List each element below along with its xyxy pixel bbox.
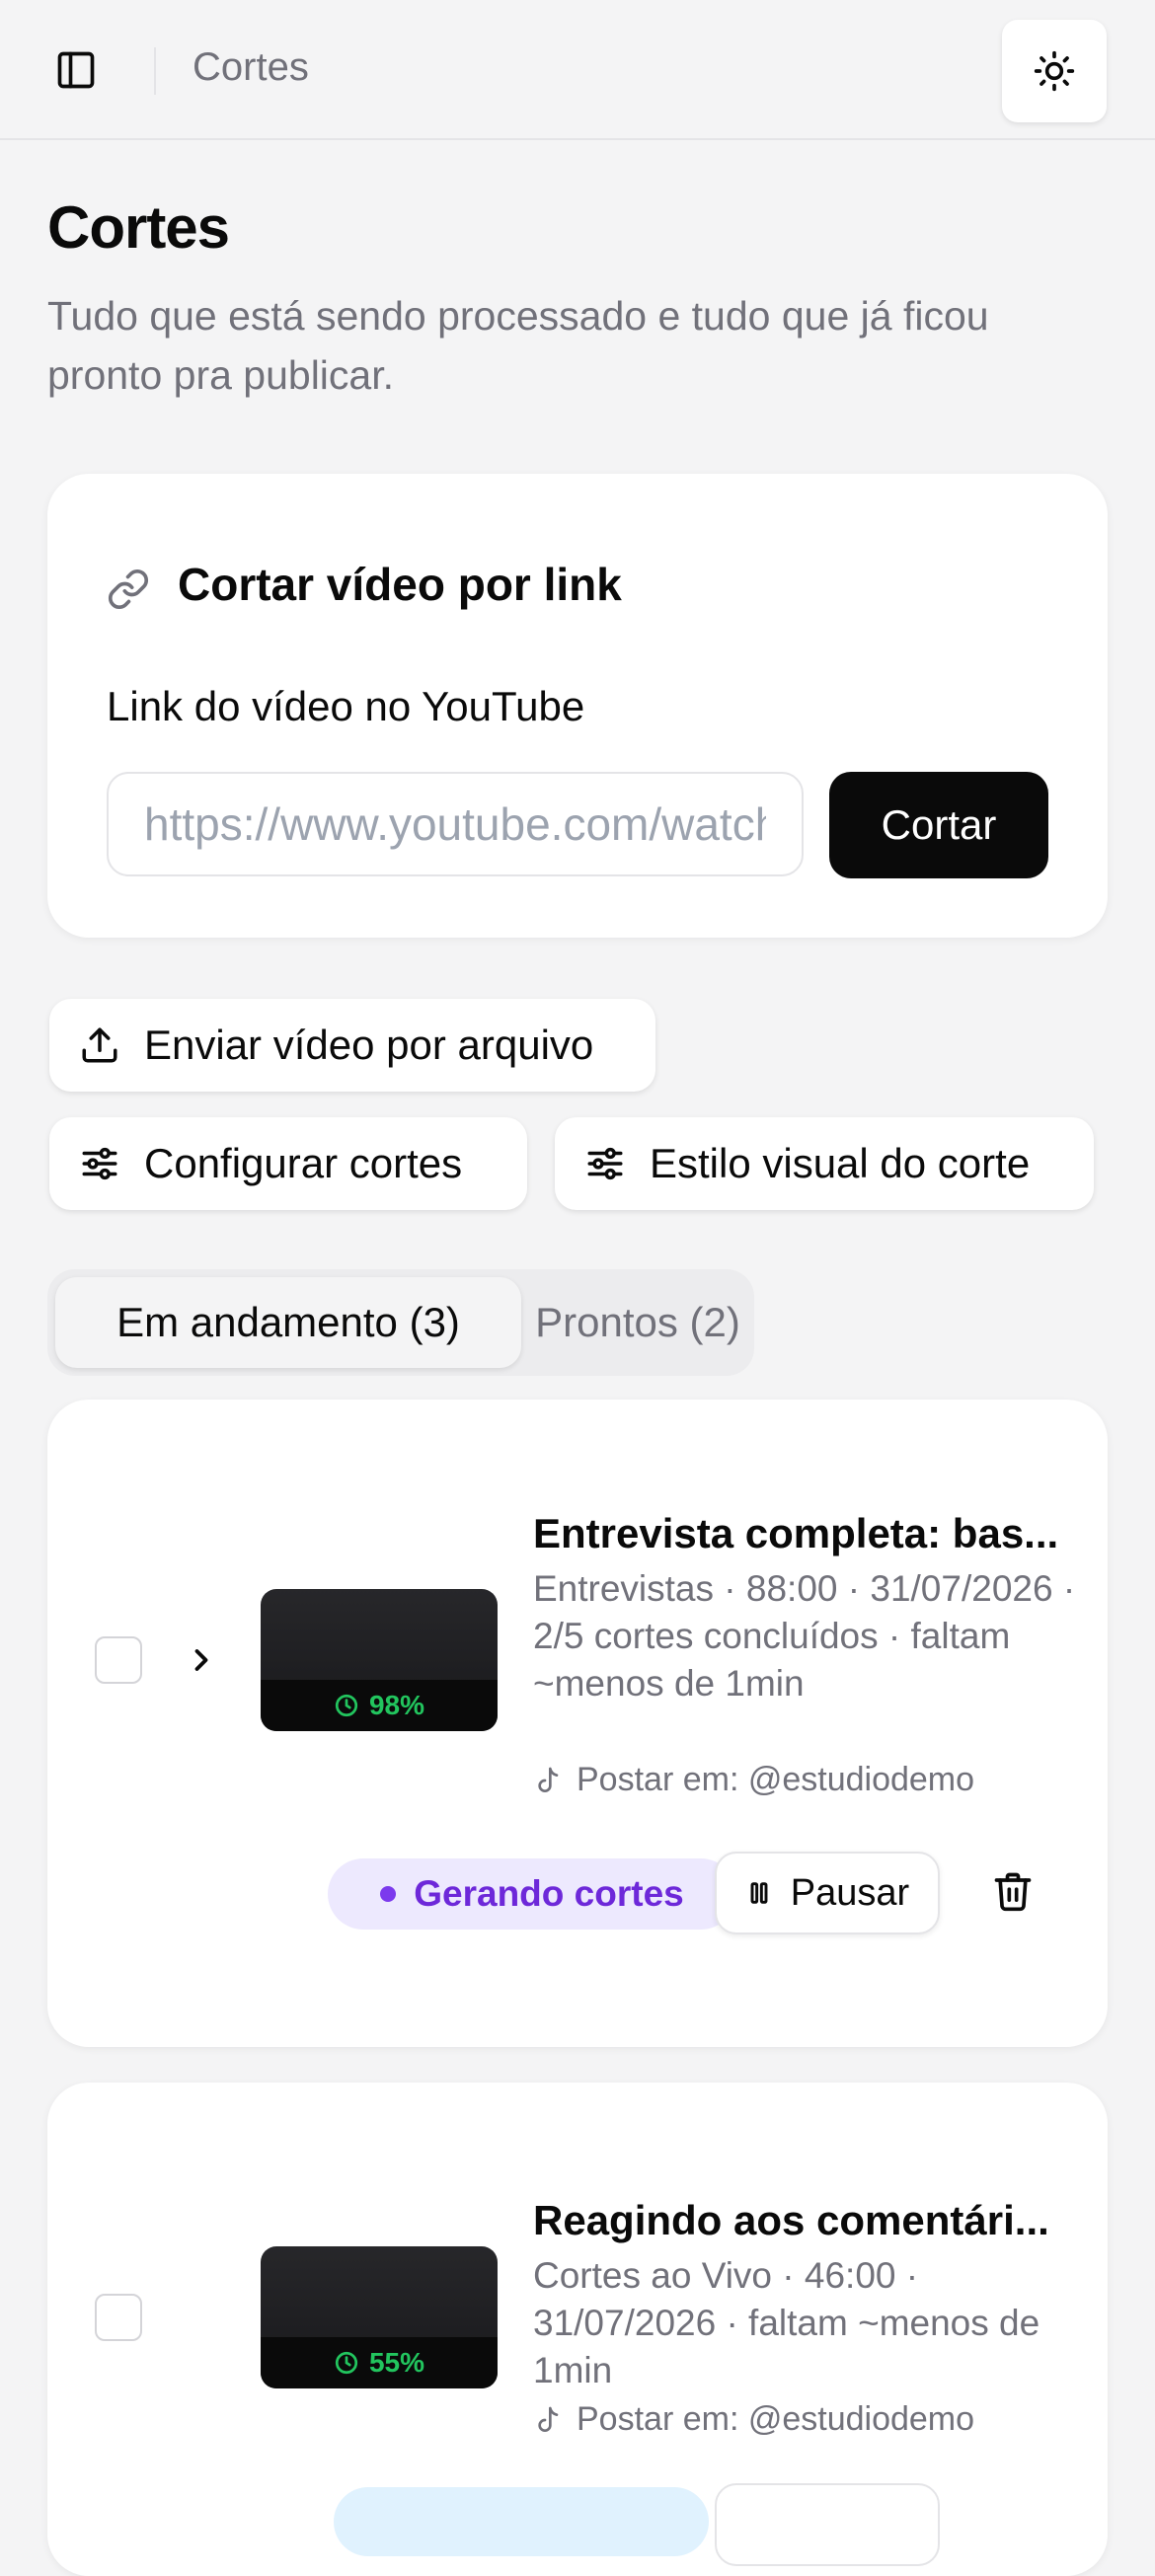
sliders-icon (587, 1147, 623, 1180)
sidebar-toggle-button[interactable] (51, 47, 101, 93)
upload-file-label: Enviar vídeo por arquivo (144, 1022, 594, 1068)
upload-icon (82, 1027, 117, 1063)
status-badge: Gerando cortes (328, 1858, 736, 1930)
clock-icon (335, 1694, 358, 1717)
post-to-label: Postar em: @estudiodemo (577, 2400, 975, 2438)
configure-cuts-button[interactable]: Configurar cortes (49, 1117, 527, 1210)
sun-icon (1034, 50, 1075, 92)
cut-button[interactable]: Cortar (829, 772, 1048, 878)
status-label: Gerando cortes (414, 1873, 684, 1914)
progress-value: 98% (368, 1690, 425, 1720)
chevron-right-icon[interactable] (184, 1642, 219, 1678)
status-tabs: Em andamento (3) Prontos (2) (47, 1269, 754, 1376)
job-meta: Entrevistas · 88:00 · 31/07/2026 · 2/5 c… (533, 1568, 1076, 1704)
breadcrumb-title: Cortes (192, 45, 309, 89)
configure-cuts-label: Configurar cortes (144, 1140, 463, 1186)
status-badge (334, 2487, 709, 2556)
progress-value: 55% (368, 2347, 425, 2378)
clock-icon (335, 2351, 358, 2375)
tab-ready[interactable]: Prontos (2) (521, 1277, 754, 1368)
theme-toggle-button[interactable] (1002, 20, 1107, 122)
progress-overlay: 98% (261, 1680, 498, 1731)
job-checkbox[interactable] (95, 2294, 142, 2341)
job-title: Entrevista completa: bas... (533, 1510, 1059, 1556)
youtube-link-label: Link do vídeo no YouTube (107, 683, 585, 729)
job-post-target: Postar em: @estudiodemo (533, 2400, 974, 2439)
video-thumbnail: 98% (261, 1589, 498, 1731)
pause-button[interactable]: Pausar (715, 1852, 940, 1934)
youtube-link-input[interactable] (107, 772, 804, 876)
top-bar: Cortes (0, 0, 1155, 140)
trash-icon[interactable] (991, 1869, 1035, 1913)
upload-file-button[interactable]: Enviar vídeo por arquivo (49, 999, 655, 1092)
job-title: Reagindo aos comentári... (533, 2197, 1049, 2243)
cut-by-link-card: Cortar vídeo por link Link do vídeo no Y… (47, 474, 1108, 938)
action-button[interactable] (715, 2483, 940, 2566)
visual-style-button[interactable]: Estilo visual do corte (555, 1117, 1094, 1210)
job-meta: Cortes ao Vivo · 46:00 · 31/07/2026 · fa… (533, 2255, 1040, 2390)
sliders-icon (82, 1147, 117, 1180)
tiktok-icon (538, 2406, 559, 2432)
card-title: Cortar vídeo por link (178, 559, 622, 610)
job-checkbox[interactable] (95, 1636, 142, 1684)
visual-style-label: Estilo visual do corte (650, 1140, 1031, 1186)
post-to-label: Postar em: @estudiodemo (577, 1761, 975, 1798)
pause-icon (750, 1882, 768, 1904)
status-dot (380, 1886, 397, 1902)
topbar-divider (154, 47, 156, 95)
page-subtitle: Tudo que está sendo processado e tudo qu… (47, 293, 989, 398)
job-card: 98% Entrevista completa: bas... Entrevis… (47, 1400, 1108, 2047)
link-icon (108, 568, 149, 610)
job-post-target: Postar em: @estudiodemo (533, 1761, 974, 1799)
sidebar-icon (57, 51, 95, 89)
progress-overlay: 55% (261, 2337, 498, 2388)
pause-label: Pausar (790, 1871, 910, 1914)
video-thumbnail: 55% (261, 2246, 498, 2388)
tiktok-icon (538, 1767, 559, 1792)
page-title: Cortes (47, 194, 230, 261)
job-card: 55% Reagindo aos comentári... Cortes ao … (47, 2083, 1108, 2576)
tab-in-progress[interactable]: Em andamento (3) (55, 1277, 521, 1368)
